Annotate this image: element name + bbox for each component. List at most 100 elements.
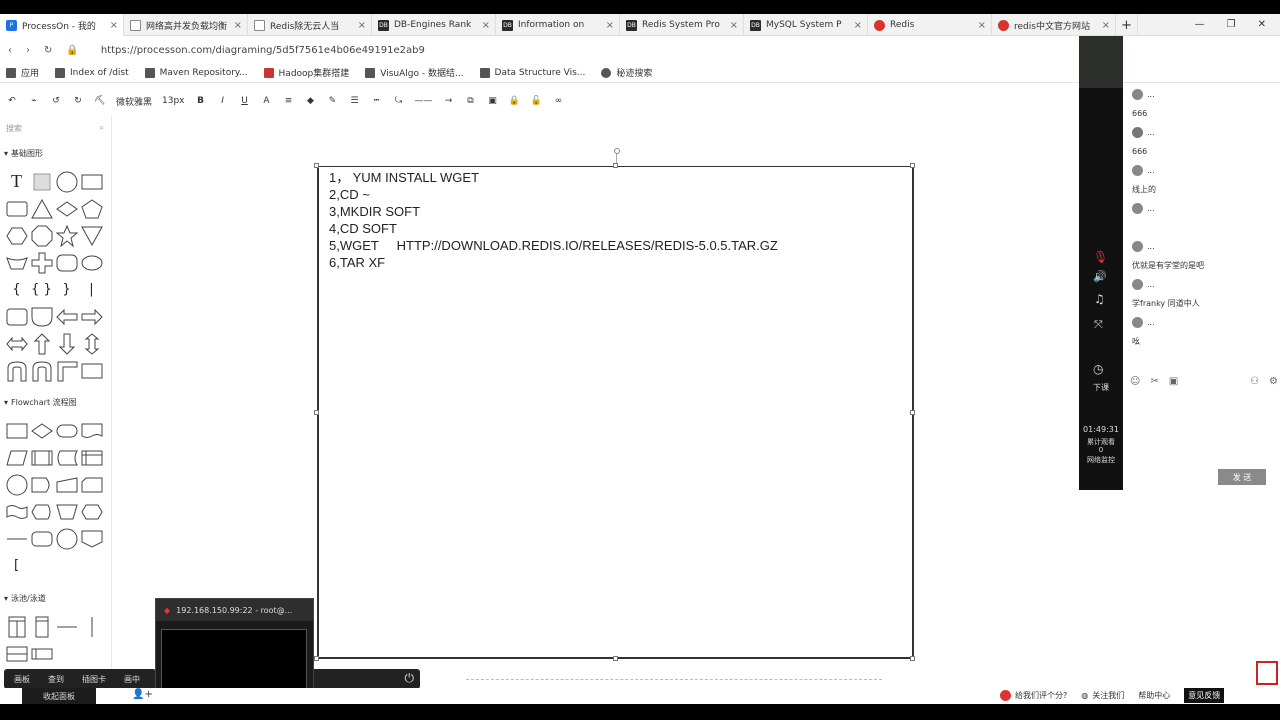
horizontal-lane-shape[interactable]	[29, 640, 54, 667]
triangle-shape[interactable]	[29, 195, 54, 222]
group-icon[interactable]: ▣	[487, 96, 499, 106]
reload-icon[interactable]: ↻	[44, 45, 52, 56]
rect2-shape[interactable]	[79, 357, 104, 384]
brace-left-shape[interactable]: {	[4, 276, 29, 303]
section-flowchart[interactable]: ▾ Flowchart 流程图	[4, 397, 77, 408]
rate-link[interactable]: 给我们评个分?	[1000, 689, 1067, 701]
tab-shape[interactable]	[4, 303, 29, 330]
tab-mysql-system[interactable]: DB MySQL System P ×	[744, 14, 868, 36]
vertical-lane-shape[interactable]	[29, 613, 54, 640]
bookmark-data-structure[interactable]: Data Structure Vis...	[479, 67, 585, 78]
rect-shape[interactable]	[79, 168, 104, 195]
u-turn-shape[interactable]	[4, 357, 29, 384]
minimize-icon[interactable]: —	[1195, 19, 1205, 30]
preparation-shape[interactable]	[79, 498, 104, 525]
screen-record-icon[interactable]	[1256, 661, 1278, 685]
close-window-icon[interactable]: ✕	[1258, 19, 1266, 30]
bold-icon[interactable]: B	[195, 96, 207, 106]
tab-load-balance[interactable]: 网络高并发负载均衡 ×	[124, 14, 248, 36]
underline-icon[interactable]: U	[239, 96, 251, 106]
arrow-both-shape[interactable]	[4, 330, 29, 357]
unlock-icon[interactable]: 🔓	[531, 96, 543, 106]
card-shape[interactable]	[79, 471, 104, 498]
arrow-up-shape[interactable]	[29, 330, 54, 357]
help-link[interactable]: 帮助中心	[1138, 690, 1170, 701]
manual-input-shape[interactable]	[54, 471, 79, 498]
close-icon[interactable]: ×	[978, 20, 986, 31]
bracket-shape[interactable]: [	[4, 552, 29, 579]
manual-op-shape[interactable]	[54, 498, 79, 525]
power-icon[interactable]: ⏻	[405, 671, 415, 686]
internal-storage-shape[interactable]	[79, 444, 104, 471]
send-button[interactable]: 发 送	[1218, 469, 1266, 485]
inverted-triangle-shape[interactable]	[79, 222, 104, 249]
font-select[interactable]: 微软雅黑	[116, 95, 152, 108]
close-icon[interactable]: ×	[606, 20, 614, 31]
section-swimlane[interactable]: ▾ 泳池/泳道	[4, 593, 46, 604]
undo-icon[interactable]: ↶	[6, 96, 18, 106]
diamond-shape[interactable]	[54, 195, 79, 222]
bookmark-apps[interactable]: 应用	[6, 66, 39, 79]
link-icon[interactable]: ∞	[553, 96, 565, 106]
tab-information[interactable]: DB Information on ×	[496, 14, 620, 36]
format-painter-icon[interactable]: ⌁	[28, 96, 40, 106]
close-icon[interactable]: ×	[234, 20, 242, 31]
tab-redis-cn[interactable]: redis中文官方网站 ×	[992, 14, 1116, 36]
hexagon-shape[interactable]	[4, 222, 29, 249]
arrow-down-shape[interactable]	[54, 330, 79, 357]
arrange-icon[interactable]: ⧉	[465, 96, 477, 106]
round-rect2-shape[interactable]	[54, 249, 79, 276]
feedback-link[interactable]: 意见反馈	[1184, 687, 1225, 703]
trapezoid-shape[interactable]	[4, 249, 29, 276]
collapse-panel-button[interactable]: 收起面板	[22, 688, 96, 704]
circle-shape[interactable]	[54, 168, 79, 195]
redo-icon[interactable]: ↻	[72, 96, 84, 106]
close-icon[interactable]: ×	[482, 20, 490, 31]
corner-shape[interactable]	[54, 357, 79, 384]
search-icon[interactable]: ⌕	[100, 123, 104, 133]
stored-data-shape[interactable]	[54, 444, 79, 471]
v-separator-shape[interactable]	[79, 613, 104, 640]
u-turn2-shape[interactable]	[29, 357, 54, 384]
shield-shape[interactable]	[29, 303, 54, 330]
cross-shape[interactable]	[29, 249, 54, 276]
text-shape[interactable]: T	[4, 168, 29, 195]
music-icon[interactable]: ♫	[1094, 292, 1105, 306]
shape-search[interactable]: 搜索 ⌕	[6, 120, 104, 136]
display-shape[interactable]	[29, 498, 54, 525]
bottom-tab[interactable]: 查到	[48, 674, 64, 685]
connector-shape[interactable]	[4, 471, 29, 498]
resize-handle-w[interactable]	[314, 410, 319, 415]
end-class-button[interactable]: 下课	[1079, 382, 1123, 393]
bar-shape[interactable]: |	[79, 276, 104, 303]
vertical-pool-shape[interactable]	[4, 613, 29, 640]
line-type-icon[interactable]: ——	[415, 96, 433, 106]
document-shape[interactable]	[79, 417, 104, 444]
ellipse-cloud-shape[interactable]	[79, 249, 104, 276]
terminal-preview[interactable]: ◆ 192.168.150.99:22 - root@...	[155, 598, 314, 700]
close-icon[interactable]: ×	[854, 20, 862, 31]
horizontal-scrollbar[interactable]	[466, 679, 882, 682]
bottom-tab[interactable]: 插图卡	[82, 674, 106, 685]
brace-pair-shape[interactable]: { }	[29, 276, 54, 303]
predefined-shape[interactable]	[29, 444, 54, 471]
italic-icon[interactable]: I	[217, 96, 229, 106]
resize-handle-se[interactable]	[910, 656, 915, 661]
back-icon[interactable]: ‹	[8, 45, 12, 56]
bookmark-maven[interactable]: Maven Repository...	[144, 67, 248, 78]
align-icon[interactable]: ≡	[283, 96, 295, 106]
fill-icon[interactable]: ◆	[305, 96, 317, 106]
resize-handle-ne[interactable]	[910, 163, 915, 168]
line-color-icon[interactable]: ✎	[327, 96, 339, 106]
octagon-shape[interactable]	[29, 222, 54, 249]
brace-right-shape[interactable]: }	[54, 276, 79, 303]
bookmark-index-dist[interactable]: Index of /dist	[55, 67, 129, 78]
line-width-icon[interactable]: ☰	[349, 96, 361, 106]
note-shape[interactable]	[29, 168, 54, 195]
settings-icon[interactable]: ⚙	[1269, 376, 1278, 392]
mic-icon[interactable]: 🎙	[1093, 250, 1108, 264]
rounded-shape[interactable]	[29, 525, 54, 552]
close-icon[interactable]: ×	[1102, 20, 1110, 31]
pentagon-shape[interactable]	[79, 195, 104, 222]
speaker-icon[interactable]: 🔊	[1093, 270, 1107, 283]
